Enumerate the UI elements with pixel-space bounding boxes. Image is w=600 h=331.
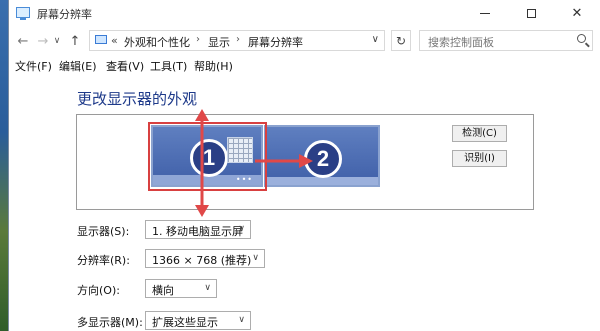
address-bar[interactable]: « 外观和个性化 › 显示 › 屏幕分辨率 ∨ xyxy=(89,30,385,51)
identify-button[interactable]: 识别(I) xyxy=(452,150,507,167)
address-dropdown-icon[interactable]: ∨ xyxy=(372,34,379,45)
breadcrumb-appearance[interactable]: 外观和个性化 xyxy=(124,34,190,50)
menu-file[interactable]: 文件(F) xyxy=(15,58,52,74)
maximize-icon xyxy=(526,8,536,18)
close-button[interactable]: ✕ xyxy=(554,0,600,26)
up-arrow-icon: ↑ xyxy=(69,33,81,49)
menu-tools[interactable]: 工具(T) xyxy=(150,58,187,74)
title-bar: 屏幕分辨率 ✕ xyxy=(9,0,600,26)
chevron-down-icon: ∨ xyxy=(252,253,259,263)
orientation-select[interactable]: 横向 ∨ xyxy=(145,279,217,298)
display-select-value: 1. 移动电脑显示屏 xyxy=(152,225,243,238)
window-title: 屏幕分辨率 xyxy=(37,8,92,21)
multiple-displays-select[interactable]: 扩展这些显示 ∨ xyxy=(145,311,251,330)
menu-edit[interactable]: 编辑(E) xyxy=(59,58,97,74)
refresh-icon: ↻ xyxy=(395,33,407,48)
search-placeholder: 搜索控制面板 xyxy=(428,36,494,49)
vertical-double-arrow-icon xyxy=(195,109,209,217)
forward-button[interactable]: → xyxy=(33,31,53,51)
chevron-down-icon: ∨ xyxy=(53,36,61,46)
display-app-icon xyxy=(16,7,30,20)
desktop-background xyxy=(0,0,8,331)
chevron-down-icon: ∨ xyxy=(238,315,245,325)
address-overflow-icon[interactable]: « xyxy=(111,34,118,47)
recent-locations-button[interactable]: ∨ xyxy=(51,31,63,51)
multiple-displays-select-value: 扩展这些显示 xyxy=(152,316,218,329)
monitor-taskbar xyxy=(266,177,378,185)
breadcrumb-separator-icon[interactable]: › xyxy=(196,34,200,45)
menu-view[interactable]: 查看(V) xyxy=(106,58,144,74)
up-button[interactable]: ↑ xyxy=(65,31,85,51)
menu-help[interactable]: 帮助(H) xyxy=(194,58,233,74)
chevron-down-icon: ∨ xyxy=(204,283,211,293)
control-panel-icon xyxy=(95,35,107,44)
minimize-icon xyxy=(480,12,490,14)
forward-arrow-icon: → xyxy=(37,33,49,49)
minimize-button[interactable] xyxy=(462,0,508,26)
orientation-label: 方向(O): xyxy=(77,284,120,297)
resolution-select-value: 1366 × 768 (推荐) xyxy=(152,254,252,267)
resolution-label: 分辨率(R): xyxy=(77,254,130,267)
monitor-arrangement-panel: 1 ••• 2 检测(C) 识别(I) xyxy=(76,109,534,217)
breadcrumb-resolution[interactable]: 屏幕分辨率 xyxy=(248,34,303,50)
display-label: 显示器(S): xyxy=(77,225,130,238)
breadcrumb-separator-icon[interactable]: › xyxy=(236,34,240,45)
orientation-select-value: 横向 xyxy=(152,284,174,297)
menu-bar: 文件(F) 编辑(E) 查看(V) 工具(T) 帮助(H) xyxy=(9,56,600,74)
control-panel-window: 屏幕分辨率 ✕ ← → ∨ ↑ « 外观和个性化 › 显示 › 屏幕分辨率 ∨ … xyxy=(8,0,600,331)
display-select[interactable]: 1. 移动电脑显示屏 ∨ xyxy=(145,220,251,239)
breadcrumb-display[interactable]: 显示 xyxy=(208,34,230,50)
search-input[interactable]: 搜索控制面板 xyxy=(419,30,593,51)
page-title: 更改显示器的外观 xyxy=(77,90,198,108)
close-icon: ✕ xyxy=(571,5,583,21)
search-icon xyxy=(577,34,586,43)
maximize-button[interactable] xyxy=(508,0,554,26)
detect-button[interactable]: 检测(C) xyxy=(452,125,507,142)
right-arrow-icon xyxy=(255,154,313,168)
navigation-bar: ← → ∨ ↑ « 外观和个性化 › 显示 › 屏幕分辨率 ∨ ↻ 搜索控制面板 xyxy=(9,28,600,54)
refresh-button[interactable]: ↻ xyxy=(391,30,411,51)
main-content: 更改显示器的外观 1 ••• 2 检测(C) 识别(I) 显示器(S): 1. … xyxy=(9,76,600,331)
back-button[interactable]: ← xyxy=(13,31,33,51)
back-arrow-icon: ← xyxy=(17,33,29,49)
resolution-select[interactable]: 1366 × 768 (推荐) ∨ xyxy=(145,249,265,268)
chevron-down-icon: ∨ xyxy=(238,224,245,234)
multiple-displays-label: 多显示器(M): xyxy=(77,316,143,329)
